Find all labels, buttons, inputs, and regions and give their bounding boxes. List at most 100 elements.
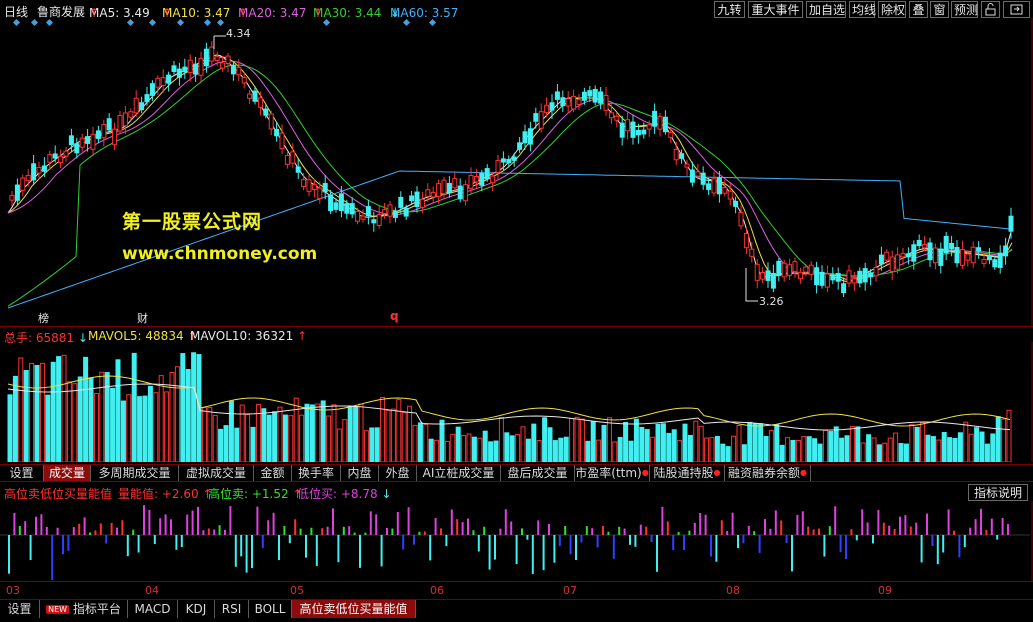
tab-pe-ttm[interactable]: 市盈率(ttm)● (575, 465, 650, 481)
volume-bar (223, 425, 229, 462)
lock-button[interactable] (981, 1, 1000, 18)
tab-margin-balance[interactable]: 融资融券余额● (725, 465, 811, 481)
volume-bar (623, 422, 629, 462)
event-tag-q[interactable]: q (390, 309, 399, 323)
window-button[interactable]: 窗 (930, 1, 949, 18)
tab-high-sell-low-buy[interactable]: 高位卖低位买量能值 (292, 600, 416, 618)
volume-bar (164, 391, 170, 462)
tab-after-hours-volume[interactable]: 盘后成交量 (501, 465, 575, 481)
candle-body (284, 155, 290, 165)
volume-bar (612, 441, 618, 462)
tab-boll[interactable]: BOLL (249, 600, 292, 618)
indicator-bar (548, 523, 550, 535)
indicator-bar (893, 529, 896, 535)
candle-body (382, 209, 388, 215)
indicator-bar (931, 535, 934, 547)
indicator-bar (553, 535, 556, 563)
tab-rsi[interactable]: RSI (215, 600, 249, 618)
candle-body (819, 271, 825, 286)
candle-body (220, 62, 226, 69)
volume-bar (234, 427, 240, 462)
tab-turnover-rate[interactable]: 换手率 (292, 465, 341, 481)
indicator-bar (499, 528, 502, 535)
event-tag-rank[interactable]: 榜 (38, 310, 49, 326)
indicator-bar (256, 506, 259, 535)
volume-bar (866, 434, 872, 462)
candle-body (295, 166, 301, 173)
candle-body (479, 172, 485, 186)
event-tag-finance[interactable]: 财 (137, 310, 148, 326)
tab-ai-volume[interactable]: AI立桩成交量 (417, 465, 501, 481)
tab-virtual-volume[interactable]: 虚拟成交量 (179, 465, 254, 481)
volume-bar (515, 434, 521, 462)
indicator-bar (1001, 518, 1004, 535)
volume-bar (936, 439, 942, 462)
indicator-bar (629, 535, 631, 545)
volume-bar (363, 430, 369, 462)
candle-body (560, 97, 566, 107)
candle-body (101, 123, 107, 139)
indicator-bar (402, 535, 405, 550)
forecast-button[interactable]: 预测 (951, 1, 978, 18)
tab-northbound-holdings[interactable]: 陆股通持股● (650, 465, 725, 481)
tab-multi-period-volume[interactable]: 多周期成交量 (91, 465, 179, 481)
volume-bar (396, 399, 402, 462)
ex-rights-button[interactable]: 除权 (878, 1, 906, 18)
volume-bar (374, 427, 380, 462)
tab-amount[interactable]: 金额 (254, 465, 292, 481)
candle-body (279, 132, 285, 150)
moving-average-button[interactable]: 均线 (849, 1, 876, 18)
volume-bar (644, 429, 650, 462)
overlay-button[interactable]: 叠 (909, 1, 928, 18)
tab-kdj[interactable]: KDJ (178, 600, 215, 618)
candle-body (311, 184, 317, 190)
tab-volume[interactable]: 成交量 (44, 465, 91, 481)
volume-bar (266, 414, 272, 462)
volume-chart[interactable] (0, 342, 1033, 462)
add-watchlist-button[interactable]: 加自选 (806, 1, 846, 18)
volume-bar (504, 432, 510, 462)
volume-bar (180, 353, 186, 462)
indicator-bar (99, 523, 102, 535)
volume-bar (482, 430, 488, 462)
candle-body (36, 166, 42, 174)
tab-indicator-settings[interactable]: 设置 (0, 600, 40, 618)
indicator-bar (213, 529, 216, 535)
indicator-chart[interactable] (0, 501, 1033, 581)
new-dot-icon: ● (641, 468, 649, 477)
volume-bar (779, 444, 785, 462)
candle-body (41, 165, 47, 172)
indicator-bar (861, 509, 864, 535)
indicator-bar (29, 535, 32, 560)
candle-body (247, 93, 253, 99)
candle-body (603, 95, 609, 111)
volume-bar (131, 352, 137, 462)
candle-body (90, 133, 96, 150)
tab-inner-volume[interactable]: 内盘 (341, 465, 379, 481)
indicator-bar (272, 512, 275, 535)
indicator-bar (731, 512, 734, 535)
indicator-bar (467, 518, 469, 535)
nine-turn-button[interactable]: 九转 (714, 1, 745, 18)
candle-body (68, 135, 74, 146)
candle-body (31, 163, 37, 181)
volume-bar (925, 434, 931, 462)
tab-outer-volume[interactable]: 外盘 (379, 465, 417, 481)
volume-bar (1006, 409, 1012, 462)
indicator-value-low-buy: 低位买: +8.78 ↓ (297, 487, 392, 501)
indicator-bar (639, 524, 642, 535)
fullscreen-button[interactable] (1003, 1, 1030, 18)
volume-bar (660, 423, 666, 462)
candlestick-chart[interactable] (0, 18, 1033, 326)
indicator-bar (877, 510, 880, 535)
volume-bar (185, 369, 191, 462)
tab-volume-settings[interactable]: 设置 (0, 465, 44, 481)
tab-indicator-platform[interactable]: NEW 指标平台 (40, 600, 128, 618)
indicator-bar (909, 526, 912, 535)
indicator-bar (294, 519, 297, 535)
indicator-help-button[interactable]: 指标说明 (968, 484, 1028, 501)
volume-bar (720, 443, 726, 462)
major-events-button[interactable]: 重大事件 (748, 1, 803, 18)
indicator-bar (369, 511, 372, 535)
tab-macd[interactable]: MACD (128, 600, 178, 618)
